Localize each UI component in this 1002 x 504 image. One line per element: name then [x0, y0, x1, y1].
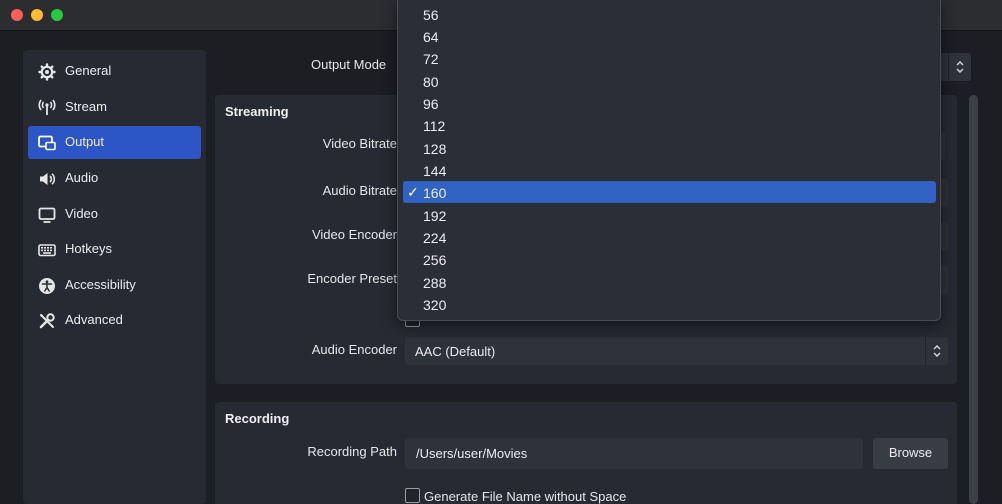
- settings-scrollbar[interactable]: [969, 95, 978, 504]
- sidebar-item-label: Video: [65, 206, 99, 221]
- bitrate-option-label: 224: [423, 230, 447, 246]
- recording-group-title: Recording: [225, 411, 290, 426]
- streaming-group-title: Streaming: [225, 104, 289, 119]
- sidebar-item-label: General: [65, 63, 112, 78]
- audio-encoder-label: Audio Encoder: [311, 342, 397, 357]
- monitor-icon: [38, 207, 56, 223]
- browse-button[interactable]: Browse: [873, 438, 948, 469]
- bitrate-option-label: 320: [423, 297, 447, 313]
- bitrate-option-label: 64: [423, 29, 439, 45]
- settings-sidebar: General Stream Output Audio Video Hotkey…: [23, 50, 206, 504]
- sidebar-item-label: Stream: [65, 99, 107, 114]
- recording-path-label: Recording Path: [307, 444, 397, 459]
- generate-filename-checkbox[interactable]: [405, 488, 420, 503]
- bitrate-option-label: 192: [423, 208, 447, 224]
- sidebar-item-general[interactable]: General: [28, 55, 201, 88]
- sidebar-item-video[interactable]: Video: [28, 198, 201, 231]
- checkmark-icon: ✓: [407, 184, 419, 200]
- sidebar-item-label: Advanced: [65, 312, 123, 327]
- bitrate-option-label: 112: [423, 118, 446, 134]
- bitrate-option-selected[interactable]: ✓ 160: [403, 181, 936, 203]
- audio-bitrate-label: Audio Bitrate: [322, 183, 397, 198]
- speaker-icon: [40, 173, 56, 185]
- bitrate-option[interactable]: 64: [403, 25, 936, 47]
- zoom-window-button[interactable]: [51, 9, 63, 21]
- bitrate-option-label: 96: [423, 96, 439, 112]
- sidebar-item-label: Audio: [65, 170, 99, 185]
- minimize-window-button[interactable]: [31, 9, 43, 21]
- sidebar-item-advanced[interactable]: Advanced: [28, 304, 201, 337]
- bitrate-option[interactable]: 192: [403, 204, 936, 226]
- chevron-updown-icon: [956, 61, 964, 73]
- chevron-updown-icon: [933, 345, 941, 357]
- keyboard-icon: [38, 244, 56, 257]
- bitrate-option-label: 72: [423, 51, 439, 67]
- bitrate-option-label: 80: [423, 74, 439, 90]
- sidebar-item-stream[interactable]: Stream: [28, 91, 201, 124]
- audio-encoder-select[interactable]: AAC (Default): [405, 337, 948, 365]
- bitrate-option[interactable]: 320: [403, 293, 936, 315]
- bitrate-option[interactable]: 112: [403, 114, 936, 136]
- sidebar-item-label: Accessibility: [65, 277, 136, 292]
- audio-encoder-value: AAC (Default): [415, 344, 496, 359]
- bitrate-option[interactable]: 144: [403, 159, 936, 181]
- generate-filename-label: Generate File Name without Space: [424, 489, 627, 504]
- select-stepper: [925, 337, 948, 365]
- close-window-button[interactable]: [11, 9, 23, 21]
- bitrate-option-label: 288: [423, 275, 447, 291]
- bitrate-option-label: 256: [423, 252, 447, 268]
- bitrate-option[interactable]: 128: [403, 137, 936, 159]
- accessibility-icon: [39, 278, 55, 294]
- video-bitrate-label: Video Bitrate: [322, 136, 397, 151]
- video-encoder-label: Video Encoder: [311, 227, 397, 242]
- audio-bitrate-dropdown: 56 64 72 80 96 112 128 144 ✓ 160 192 224…: [397, 0, 941, 321]
- sidebar-item-label: Hotkeys: [65, 241, 112, 256]
- bitrate-option-label: 56: [423, 7, 439, 23]
- bitrate-option-label: 144: [423, 163, 447, 179]
- bitrate-option[interactable]: 72: [403, 47, 936, 69]
- bitrate-option[interactable]: 256: [403, 248, 936, 270]
- tools-icon: [39, 313, 55, 329]
- bitrate-option-label: 160: [423, 185, 447, 201]
- antenna-icon: [38, 99, 56, 115]
- bitrate-option[interactable]: 56: [403, 3, 936, 25]
- sidebar-item-output[interactable]: Output: [28, 126, 201, 159]
- encoder-preset-label: Encoder Preset: [307, 271, 397, 286]
- recording-path-value: /Users/user/Movies: [416, 446, 528, 461]
- select-stepper: [948, 53, 971, 81]
- bitrate-option[interactable]: 96: [403, 92, 936, 114]
- bitrate-option[interactable]: 224: [403, 226, 936, 248]
- sidebar-item-hotkeys[interactable]: Hotkeys: [28, 233, 201, 266]
- sidebar-item-audio[interactable]: Audio: [28, 162, 201, 195]
- output-mode-label: Output Mode: [311, 57, 387, 72]
- gear-icon: [38, 63, 56, 81]
- recording-path-field[interactable]: /Users/user/Movies: [405, 438, 863, 469]
- output-icon: [38, 135, 56, 151]
- sidebar-item-label: Output: [65, 134, 105, 149]
- bitrate-option[interactable]: 80: [403, 70, 936, 92]
- sidebar-item-accessibility[interactable]: Accessibility: [28, 269, 201, 302]
- bitrate-option[interactable]: 288: [403, 271, 936, 293]
- bitrate-option-label: 128: [423, 141, 447, 157]
